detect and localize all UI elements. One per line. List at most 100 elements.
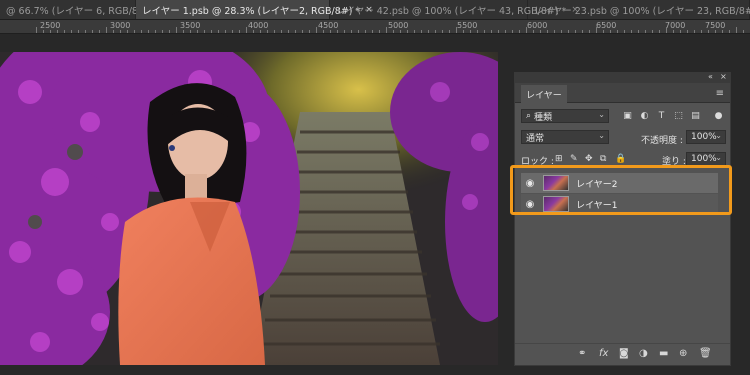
ruler-tick xyxy=(260,30,261,33)
trash-icon[interactable]: 🗑 xyxy=(699,348,712,359)
ruler-tick xyxy=(687,30,688,33)
tab-document-layer23[interactable]: レイヤー 23.psb @ 100% (レイヤー 23, RGB/8#) xyxy=(528,0,750,19)
new-layer-icon[interactable]: ⊕ xyxy=(679,348,687,359)
pixel-filter-icon[interactable]: ▣ xyxy=(622,111,633,122)
ruler-tick xyxy=(442,30,443,33)
lock-label: ロック : xyxy=(521,157,554,167)
lock-all-icon[interactable]: 🔒 xyxy=(615,154,626,164)
ruler-tick xyxy=(673,30,674,33)
ruler-tick xyxy=(582,30,583,33)
ruler-tick xyxy=(652,30,653,33)
ruler-tick xyxy=(610,30,611,33)
ruler-tick xyxy=(400,30,401,33)
adjustment-filter-icon[interactable]: ◐ xyxy=(639,111,650,122)
lock-transparent-icon[interactable]: ⊞ xyxy=(555,154,563,164)
ruler-tick xyxy=(575,30,576,33)
ruler-tick xyxy=(554,30,555,33)
chevron-down-icon: ⌄ xyxy=(715,131,722,140)
ruler-tick xyxy=(498,30,499,33)
filter-toggle-icon[interactable]: ● xyxy=(713,111,724,122)
ruler-tick xyxy=(435,30,436,33)
fx-icon[interactable]: fx xyxy=(599,348,608,359)
document-image[interactable] xyxy=(0,52,498,365)
smartobject-filter-icon[interactable]: ▤ xyxy=(690,111,701,122)
ruler-tick xyxy=(78,30,79,33)
ruler-tick xyxy=(141,30,142,33)
photo-illustration xyxy=(0,52,498,365)
opacity-field[interactable]: 100% ⌄ xyxy=(686,130,726,144)
ruler-tick xyxy=(477,30,478,33)
ruler-tick xyxy=(64,30,65,33)
ruler-tick xyxy=(694,30,695,33)
layer-row[interactable]: ◉ レイヤー2 xyxy=(521,173,718,193)
ruler-tick xyxy=(603,30,604,33)
eye-icon[interactable]: ◉ xyxy=(521,178,539,189)
ruler-tick xyxy=(246,27,247,33)
ruler-tick xyxy=(127,30,128,33)
filter-row: ⌕ 種類 ⌄ ▣ ◐ T ⬚ ▤ ● xyxy=(515,109,730,129)
ruler-tick xyxy=(169,30,170,33)
ruler-tick xyxy=(323,30,324,33)
close-icon[interactable]: × xyxy=(720,72,727,81)
ruler-tick xyxy=(372,30,373,33)
ruler-tick xyxy=(561,30,562,33)
tab-layers[interactable]: レイヤー xyxy=(521,85,567,103)
ruler-tick xyxy=(176,27,177,33)
fill-label: 塗り : xyxy=(662,157,686,167)
blend-row: 通常 ⌄ 不透明度 : 100% ⌄ xyxy=(515,130,730,150)
ruler-tick xyxy=(274,30,275,33)
link-icon[interactable]: ⚭ xyxy=(578,348,586,359)
ruler-tick xyxy=(330,30,331,33)
ruler-tick xyxy=(232,30,233,33)
ruler-tick xyxy=(659,30,660,33)
ruler-label: 6000 xyxy=(527,21,548,30)
ruler-tick xyxy=(295,30,296,33)
tab-document-layer42[interactable]: レイヤー 42.psb @ 100% (レイヤー 43, RGB/8#) * × xyxy=(330,0,579,19)
fill-field[interactable]: 100% ⌄ xyxy=(686,152,726,166)
photoshop-window: @ 66.7% (レイヤー 6, RGB/8#) * × レイヤー 1.psb … xyxy=(0,0,750,375)
ruler-tick xyxy=(99,30,100,33)
ruler-tick xyxy=(120,30,121,33)
ruler-tick xyxy=(267,30,268,33)
ruler-tick xyxy=(715,30,716,33)
ruler-tick xyxy=(638,30,639,33)
lock-artboard-icon[interactable]: ⧉ xyxy=(600,154,606,164)
tab-document-layer6[interactable]: @ 66.7% (レイヤー 6, RGB/8#) * × xyxy=(0,0,170,19)
tab-document-layer1[interactable]: レイヤー 1.psb @ 28.3% (レイヤー2, RGB/8#) * × xyxy=(136,0,373,19)
ruler-tick xyxy=(624,30,625,33)
ruler-tick xyxy=(456,27,457,33)
lock-position-icon[interactable]: ✥ xyxy=(585,154,593,164)
layers-panel: « × レイヤー ≡ ⌕ 種類 ⌄ ▣ ◐ T ⬚ ▤ ● 通常 ⌄ 不透明度 … xyxy=(514,72,731,366)
document-tab-bar: @ 66.7% (レイヤー 6, RGB/8#) * × レイヤー 1.psb … xyxy=(0,0,750,20)
folder-icon[interactable]: ▬ xyxy=(659,348,668,359)
lock-row: ロック : ⊞ ✎ ✥ ⧉ 🔒 塗り : 100% ⌄ xyxy=(515,152,730,172)
layer-name: レイヤー1 xyxy=(576,200,618,211)
ruler-tick xyxy=(337,30,338,33)
ruler-tick xyxy=(379,30,380,33)
ruler-tick xyxy=(288,30,289,33)
blend-mode-select[interactable]: 通常 ⌄ xyxy=(521,130,609,144)
ruler-tick xyxy=(106,27,107,33)
ruler-tick xyxy=(358,30,359,33)
filter-kind-select[interactable]: ⌕ 種類 ⌄ xyxy=(521,109,609,123)
mask-icon[interactable]: ◙ xyxy=(619,348,629,359)
ruler-tick xyxy=(505,30,506,33)
ruler-tick xyxy=(211,30,212,33)
shape-filter-icon[interactable]: ⬚ xyxy=(673,111,684,122)
horizontal-ruler[interactable]: 2500 3000 3500 4000 4500 5000 5500 6000 … xyxy=(0,20,750,34)
layer-row[interactable]: ◉ レイヤー1 xyxy=(521,194,718,214)
lock-image-icon[interactable]: ✎ xyxy=(570,154,578,164)
ruler-label: 6500 xyxy=(596,21,617,30)
tab-label: レイヤー 23.psb @ 100% (レイヤー 23, RGB/8#) xyxy=(534,6,750,17)
ruler-tick xyxy=(645,30,646,33)
ruler-tick xyxy=(547,30,548,33)
type-filter-icon[interactable]: T xyxy=(656,111,667,122)
eye-icon[interactable]: ◉ xyxy=(521,199,539,210)
ruler-tick xyxy=(414,30,415,33)
collapse-icon[interactable]: « xyxy=(708,72,713,81)
menu-icon[interactable]: ≡ xyxy=(716,88,724,99)
opacity-label: 不透明度 : xyxy=(641,136,683,146)
ruler-tick xyxy=(281,30,282,33)
ruler-tick xyxy=(596,27,597,33)
adjustment-icon[interactable]: ◑ xyxy=(639,348,648,359)
